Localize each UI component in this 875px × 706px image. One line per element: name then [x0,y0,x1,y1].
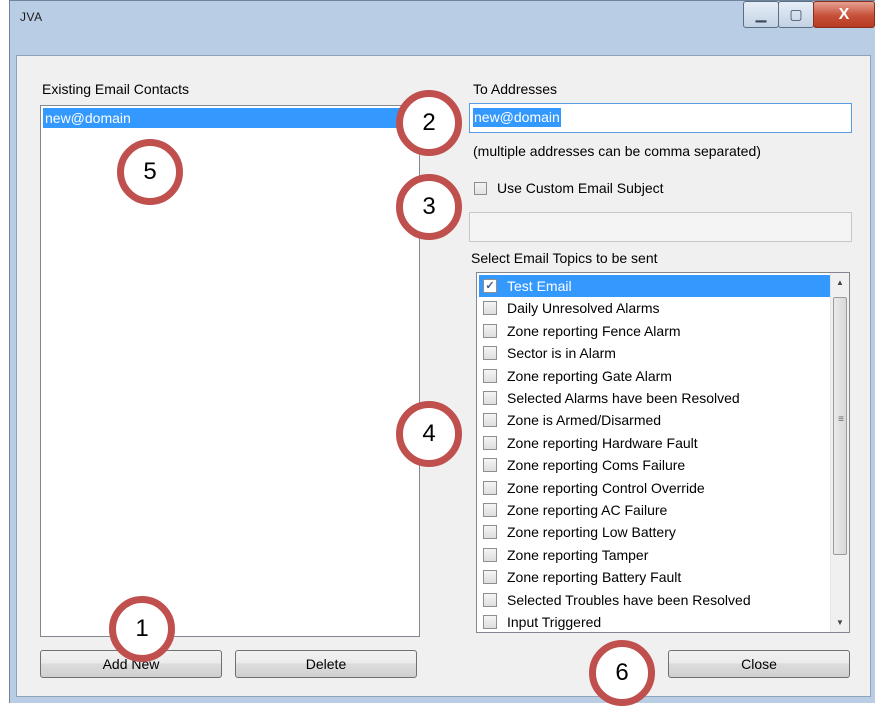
topic-label: Zone reporting Low Battery [507,524,676,541]
topic-label: Zone reporting Control Override [507,479,705,496]
topic-item[interactable]: Zone reporting Low Battery [479,521,831,543]
topic-item[interactable]: Zone reporting AC Failure [479,499,831,521]
custom-subject-label: Use Custom Email Subject [497,180,664,196]
topic-checkbox[interactable] [483,323,497,338]
topic-label: Zone reporting Hardware Fault [507,434,698,451]
topic-item[interactable]: Zone reporting Coms Failure [479,454,831,476]
topic-label: Zone is Armed/Disarmed [507,412,662,429]
to-addresses-label: To Addresses [473,81,558,97]
topic-item[interactable]: Zone reporting Gate Alarm [479,365,831,387]
topic-checkbox[interactable] [483,458,497,473]
topic-label: Zone reporting Fence Alarm [507,322,681,339]
marker-5: 5 [117,139,183,205]
topic-label: Zone reporting Tamper [507,546,649,563]
scroll-thumb[interactable]: ≡ [833,297,847,555]
topic-item[interactable]: Zone reporting Hardware Fault [479,432,831,454]
topic-item[interactable]: Zone reporting Tamper [479,544,831,566]
close-button[interactable]: Close [668,650,850,678]
topic-item[interactable]: Selected Troubles have been Resolved [479,589,831,611]
topics-listbox[interactable]: ✓ Test Email Daily Unresolved Alarms Zone r… [476,272,850,633]
scroll-down-icon[interactable]: ▼ [831,614,849,631]
topic-label: Daily Unresolved Alarms [507,300,660,317]
contact-item[interactable]: new@domain [43,108,417,128]
topic-checkbox[interactable] [483,435,497,450]
topic-checkbox[interactable] [483,615,497,629]
topic-checkbox[interactable] [483,570,497,585]
topics-label: Select Email Topics to be sent [471,250,658,266]
to-addresses-value: new@domain [473,108,561,127]
topic-item[interactable]: Zone reporting Battery Fault [479,566,831,588]
custom-subject-checkbox[interactable] [474,182,487,195]
topic-item[interactable]: Zone reporting Fence Alarm [479,320,831,342]
topic-checkbox[interactable] [483,346,497,361]
topic-checkbox[interactable] [483,368,497,383]
marker-3: 3 [396,174,462,240]
topic-label: Zone reporting Coms Failure [507,457,686,474]
maximize-icon: ▢ [789,6,803,22]
topic-item[interactable]: Sector is in Alarm [479,342,831,364]
topic-item[interactable]: ✓ Test Email [479,275,831,297]
marker-4: 4 [396,401,462,467]
to-addresses-hint: (multiple addresses can be comma separat… [473,143,761,159]
topics-scrollbar[interactable]: ▲ ≡ ▼ [830,273,849,632]
custom-subject-input[interactable] [469,212,852,242]
scroll-up-icon[interactable]: ▲ [831,274,849,291]
minimize-icon: ▁ [755,6,767,22]
caption-buttons: ▁ ▢ X [743,1,875,29]
topic-label: Test Email [507,278,572,294]
topic-checkbox[interactable] [483,547,497,562]
topic-checkbox[interactable] [483,525,497,540]
topic-checkbox[interactable]: ✓ [483,279,497,293]
topic-label: Selected Troubles have been Resolved [507,591,751,608]
topic-label: Zone reporting AC Failure [507,502,668,518]
window-title: JVA [20,10,43,24]
contacts-label: Existing Email Contacts [42,81,190,97]
topic-item[interactable]: Daily Unresolved Alarms [479,297,831,319]
marker-2: 2 [396,90,462,156]
topic-label: Selected Alarms have been Resolved [507,390,740,406]
topic-item[interactable]: Selected Alarms have been Resolved [479,387,831,409]
grip-icon: ≡ [838,414,844,425]
delete-button[interactable]: Delete [235,650,417,678]
close-window-button[interactable]: X [813,1,875,28]
topic-item[interactable]: Input Triggered [479,611,831,632]
topic-label: Zone reporting Battery Fault [507,569,682,586]
topic-label: Input Triggered [507,614,602,630]
contacts-listbox[interactable]: new@domain [40,105,420,637]
topic-checkbox[interactable] [483,391,497,405]
topic-checkbox[interactable] [483,301,497,316]
close-icon: X [838,5,850,23]
topic-checkbox[interactable] [483,592,497,607]
topic-checkbox[interactable] [483,480,497,495]
topic-checkbox[interactable] [483,503,497,517]
title-bar[interactable]: JVA ▁ ▢ X [10,1,875,56]
topic-label: Sector is in Alarm [507,345,616,362]
topic-checkbox[interactable] [483,413,497,428]
topic-item[interactable]: Zone is Armed/Disarmed [479,409,831,431]
marker-6: 6 [589,640,655,706]
topic-label: Zone reporting Gate Alarm [507,367,672,384]
marker-1: 1 [109,596,175,662]
maximize-button[interactable]: ▢ [778,1,814,28]
minimize-button[interactable]: ▁ [743,1,779,28]
to-addresses-input[interactable]: new@domain [469,103,852,133]
topic-item[interactable]: Zone reporting Control Override [479,477,831,499]
